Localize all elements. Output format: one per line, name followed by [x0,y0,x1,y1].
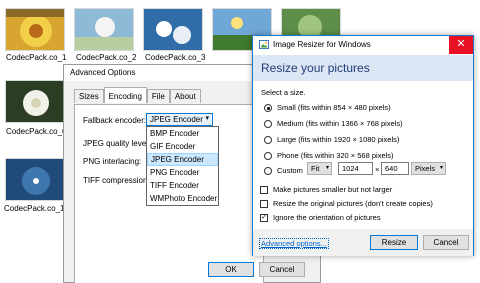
custom-width-value: 1024 [342,164,359,173]
checkbox-resize-original[interactable] [260,200,268,208]
jpeg-quality-label: JPEG quality level: [83,139,151,148]
thumbnail-codecpack-6[interactable] [5,80,65,123]
fallback-encoder-label: Fallback encoder: [83,116,147,125]
chevron-down-icon: ▾ [439,165,443,171]
thumbnail-label: CodecPack.co_11 [4,204,69,213]
thumbnail-label: CodecPack.co_6 [6,127,67,136]
option-label-resize-original: Resize the original pictures (don't crea… [273,199,433,208]
thumbnail-codecpack-2[interactable] [74,8,134,51]
option-label-smaller-only: Make pictures smaller but not larger [273,185,393,194]
resizer-window-title: Image Resizer for Windows [273,40,371,49]
resizer-footer: Advanced options... Resize Cancel [253,229,473,256]
custom-unit-value: Pixels [415,164,436,173]
resizer-cancel-button[interactable]: Cancel [423,235,469,250]
thumbnail-image [75,9,133,50]
resize-label: Resize [381,238,407,247]
size-label-small: Small (fits within 854 × 480 pixels) [277,103,391,112]
advanced-options-link[interactable]: Advanced options... [259,238,329,249]
dropdown-option-selected[interactable]: JPEG Encoder [147,153,218,166]
image-resizer-window: Image Resizer for Windows ✕ Resize your … [252,35,474,256]
ok-label: OK [225,265,237,274]
thumbnail-image [144,9,202,50]
thumbnail-label: CodecPack.co_3 [145,53,206,62]
image-resizer-app-icon [259,40,269,49]
thumbnail-label: CodecPack.co_2 [76,53,137,62]
tab-label: Encoding [108,92,142,101]
tab-label: About [174,92,196,101]
size-label-custom: Custom [277,166,303,175]
thumbnail-image [6,9,64,50]
ok-button[interactable]: OK [208,262,254,277]
option-label: JPEG Encoder [151,155,204,164]
dropdown-option[interactable]: BMP Encoder [147,127,218,140]
resizer-titlebar[interactable]: Image Resizer for Windows ✕ [253,36,473,54]
thumbnail-codecpack-11[interactable] [5,158,65,201]
custom-width-input[interactable]: 1024 [338,162,373,175]
checkbox-ignore-orientation[interactable]: ✓ [260,214,268,222]
option-label: BMP Encoder [150,129,200,138]
checkbox-smaller-only[interactable] [260,186,268,194]
cancel-label: Cancel [269,265,295,274]
custom-unit-select[interactable]: Pixels ▾ [411,162,446,175]
thumbnail-codecpack-3[interactable] [143,8,203,51]
custom-height-value: 640 [385,164,398,173]
option-label: TIFF Encoder [150,181,199,190]
dropdown-option[interactable]: WMPhoto Encoder [147,192,218,205]
thumbnail-image [6,159,64,200]
size-label-medium: Medium (fits within 1366 × 768 pixels) [277,119,403,128]
select-size-label: Select a size. [261,88,306,97]
fallback-encoder-value: JPEG Encoder [150,115,203,124]
times-symbol: × [375,165,380,174]
close-icon: ✕ [456,38,466,50]
close-button[interactable]: ✕ [449,36,473,54]
size-radio-small[interactable] [264,104,272,112]
checkmark-icon: ✓ [261,214,267,221]
encoder-dropdown-list: BMP Encoder GIF Encoder JPEG Encoder PNG… [146,126,219,206]
tiff-compression-label: TIFF compression: [83,176,150,185]
option-label: GIF Encoder [150,142,196,151]
size-radio-custom[interactable] [264,167,272,175]
option-label: WMPhoto Encoder [150,194,218,203]
tab-sizes[interactable]: Sizes [74,89,104,103]
advanced-tabs: Sizes Encoding File About [74,87,201,103]
size-radio-medium[interactable] [264,120,272,128]
dropdown-option[interactable]: TIFF Encoder [147,179,218,192]
option-label: PNG Encoder [150,168,200,177]
custom-fit-select[interactable]: Fit ▾ [307,162,332,175]
size-radio-large[interactable] [264,136,272,144]
fallback-encoder-select[interactable]: JPEG Encoder ▾ [146,113,213,126]
thumbnail-codecpack-1[interactable] [5,8,65,51]
png-interlacing-label: PNG interlacing: [83,157,142,166]
size-label-large: Large (fits within 1920 × 1080 pixels) [277,135,400,144]
resizer-header: Resize your pictures [253,55,473,81]
chevron-down-icon: ▾ [205,115,209,122]
thumbnail-image [6,81,64,122]
chevron-down-icon: ▾ [325,165,329,171]
custom-height-input[interactable]: 640 [381,162,409,175]
advanced-options-title: Advanced Options [70,68,136,77]
dropdown-option[interactable]: GIF Encoder [147,140,218,153]
tab-file[interactable]: File [146,89,170,103]
cancel-button[interactable]: Cancel [259,262,305,277]
tab-encoding[interactable]: Encoding [103,87,147,103]
dropdown-option[interactable]: PNG Encoder [147,166,218,179]
option-label-ignore-orientation: Ignore the orientation of pictures [273,213,381,222]
custom-fit-value: Fit [311,164,320,173]
thumbnail-label: CodecPack.co_1 [6,53,67,62]
tab-label: File [151,92,165,101]
size-radio-phone[interactable] [264,152,272,160]
tab-label: Sizes [79,92,99,101]
resize-button[interactable]: Resize [370,235,418,250]
resizer-heading: Resize your pictures [261,61,370,75]
size-label-phone: Phone (fits within 320 × 568 pixels) [277,151,394,160]
resizer-cancel-label: Cancel [433,238,459,247]
tab-about[interactable]: About [169,89,201,103]
